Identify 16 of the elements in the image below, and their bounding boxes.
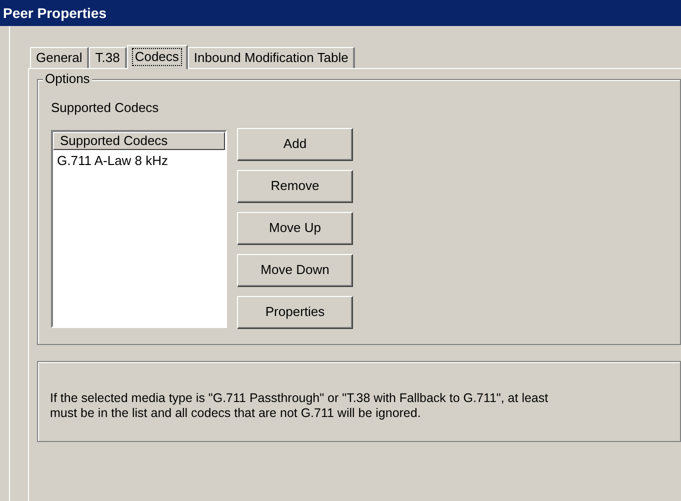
action-button[interactable]: Add <box>237 128 353 160</box>
column-header[interactable]: Supported Codecs <box>53 132 225 150</box>
info-text: If the selected media type is "G.711 Passthrough" or "T.38 with Fallback to G.711", at least <box>50 391 548 406</box>
action-button[interactable]: Move Down <box>237 254 353 286</box>
info-text: must be in the list and all codecs that are not G.711 will be ignored. <box>50 406 421 421</box>
list-item[interactable]: G.711 A-Law 8 kHz <box>53 152 225 170</box>
field-label: Supported Codecs <box>51 100 159 116</box>
group-title: Options <box>43 71 92 87</box>
tab[interactable]: Codecs <box>126 45 188 69</box>
window-title: Peer Properties <box>3 4 106 23</box>
tab[interactable]: General <box>30 47 90 68</box>
codec-list[interactable]: Supported Codecs G.711 A-Law 8 kHz <box>51 130 227 328</box>
action-button[interactable]: Remove <box>237 170 353 202</box>
action-button[interactable]: Move Up <box>237 212 353 244</box>
tab[interactable]: Inbound Modification Table <box>188 47 356 68</box>
action-button[interactable]: Properties <box>237 296 353 328</box>
